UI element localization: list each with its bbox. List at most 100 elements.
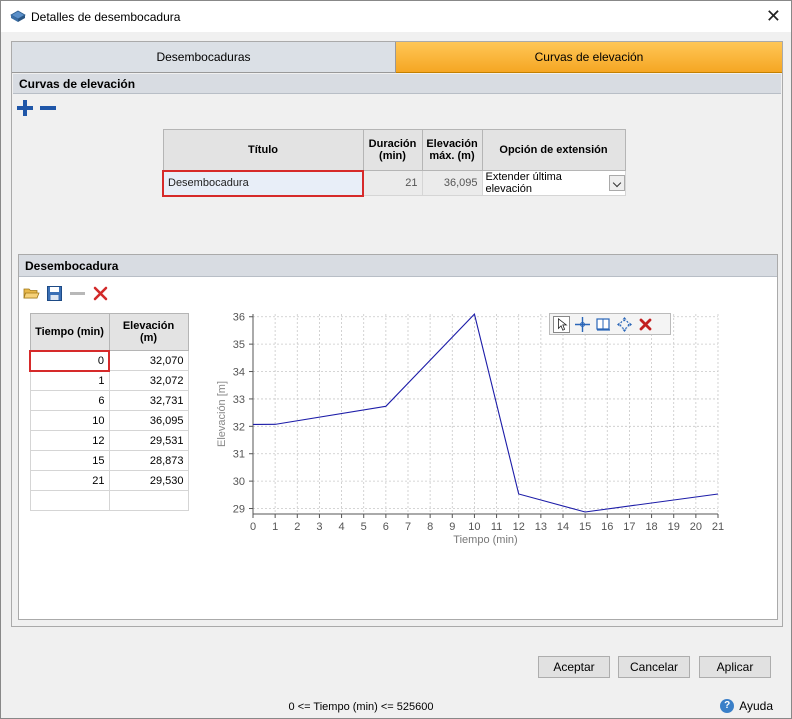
duration-cell: 21 — [362, 170, 423, 196]
fit-view-icon[interactable] — [616, 316, 633, 333]
zoom-book-icon[interactable] — [595, 316, 612, 333]
x-tick-label: 8 — [427, 521, 433, 533]
column-header-extension[interactable]: Opción de extensión — [481, 129, 626, 171]
chart-toolbar — [549, 313, 671, 335]
x-tick-label: 10 — [468, 521, 480, 533]
elevation-cell[interactable]: 29,530 — [108, 470, 189, 491]
detail-panel: Desembocadura Tiempo (min) Elevación (m)… — [18, 254, 778, 620]
cancel-button[interactable]: Cancelar — [618, 656, 690, 678]
save-icon[interactable] — [46, 285, 63, 302]
window-title: Detalles de desembocadura — [31, 10, 181, 24]
elevation-cell[interactable]: 29,531 — [108, 430, 189, 451]
x-tick-label: 9 — [449, 521, 455, 533]
x-tick-label: 7 — [405, 521, 411, 533]
crosshair-icon[interactable] — [574, 316, 591, 333]
x-tick-label: 21 — [712, 521, 724, 533]
open-folder-icon[interactable] — [23, 285, 40, 302]
chevron-down-icon[interactable] — [609, 175, 625, 191]
table-row[interactable]: 1 32,072 — [29, 370, 189, 391]
help-icon: ? — [720, 699, 735, 713]
status-text: 0 <= Tiempo (min) <= 525600 — [288, 701, 434, 713]
time-cell[interactable]: 15 — [29, 450, 110, 471]
x-tick-label: 2 — [294, 521, 300, 533]
title-cell[interactable]: Desembocadura — [162, 169, 364, 197]
time-cell[interactable]: 21 — [29, 470, 110, 491]
table-row[interactable]: 0 32,070 — [29, 349, 189, 372]
curves-table: Título Duración (min) Elevación máx. (m)… — [162, 129, 626, 197]
apply-button[interactable]: Aplicar — [699, 656, 771, 678]
table-row-empty[interactable] — [29, 490, 189, 511]
y-tick-label: 33 — [233, 394, 245, 406]
add-icon[interactable] — [17, 100, 33, 116]
help-link[interactable]: ? Ayuda — [720, 699, 773, 713]
x-tick-label: 18 — [645, 521, 657, 533]
elevation-chart[interactable]: 0 1 2 3 4 5 6 7 8 9 10 11 12 13 14 15 16 17 18 19 20 21293031… — [213, 309, 738, 554]
y-tick-label: 29 — [233, 504, 245, 516]
extension-cell[interactable]: Extender última elevación — [481, 170, 626, 196]
y-tick-label: 36 — [233, 312, 245, 324]
x-tick-label: 0 — [250, 521, 256, 533]
time-cell[interactable]: 0 — [29, 349, 110, 372]
extension-dropdown[interactable]: Extender última elevación — [486, 171, 625, 195]
help-label: Ayuda — [739, 699, 773, 713]
tab-bar: Desembocaduras Curvas de elevación — [12, 42, 782, 73]
time-cell[interactable]: 6 — [29, 390, 110, 411]
tab-curvas-elevacion[interactable]: Curvas de elevación — [396, 42, 782, 73]
column-header-duration[interactable]: Duración (min) — [362, 129, 423, 171]
x-tick-label: 6 — [383, 521, 389, 533]
x-axis-label: Tiempo (min) — [453, 534, 517, 546]
pointer-icon[interactable] — [553, 315, 570, 333]
y-tick-label: 32 — [233, 421, 245, 433]
table-row[interactable]: 6 32,731 — [29, 390, 189, 411]
curves-section-header: Curvas de elevación — [13, 74, 781, 94]
time-cell[interactable] — [29, 490, 110, 511]
column-header-max-elevation[interactable]: Elevación máx. (m) — [421, 129, 483, 171]
y-tick-label: 30 — [233, 476, 245, 488]
accept-button[interactable]: Aceptar — [538, 656, 610, 678]
x-tick-label: 11 — [491, 521, 502, 533]
detail-section-header: Desembocadura — [19, 255, 777, 277]
column-header-title[interactable]: Título — [162, 129, 364, 171]
column-header-time[interactable]: Tiempo (min) — [29, 313, 110, 351]
y-tick-label: 35 — [233, 339, 245, 351]
elevation-cell[interactable] — [108, 490, 189, 511]
x-tick-label: 5 — [361, 521, 367, 533]
table-row[interactable]: 10 36,095 — [29, 410, 189, 431]
table-row[interactable]: Desembocadura 21 36,095 Extender última … — [162, 169, 626, 197]
y-tick-label: 31 — [233, 449, 245, 461]
y-axis-label: Elevación [m] — [216, 381, 228, 447]
x-tick-label: 14 — [557, 521, 569, 533]
extension-value: Extender última elevación — [485, 171, 562, 195]
table-row[interactable]: 21 29,530 — [29, 470, 189, 491]
time-cell[interactable]: 1 — [29, 370, 110, 391]
x-tick-label: 19 — [668, 521, 680, 533]
delete-icon[interactable] — [92, 285, 109, 302]
elevation-cell[interactable]: 32,731 — [108, 390, 189, 411]
max-elevation-cell: 36,095 — [421, 170, 483, 196]
time-cell[interactable]: 12 — [29, 430, 110, 451]
column-header-elevation[interactable]: Elevación (m) — [108, 313, 189, 351]
elevation-cell[interactable]: 36,095 — [108, 410, 189, 431]
tab-desembocaduras[interactable]: Desembocaduras — [12, 42, 396, 73]
x-tick-label: 15 — [579, 521, 591, 533]
x-tick-label: 12 — [513, 521, 525, 533]
app-icon — [10, 10, 26, 22]
x-tick-label: 13 — [535, 521, 547, 533]
close-chart-icon[interactable] — [637, 316, 654, 333]
x-tick-label: 17 — [623, 521, 635, 533]
time-cell[interactable]: 10 — [29, 410, 110, 431]
table-row[interactable]: 12 29,531 — [29, 430, 189, 451]
table-row[interactable]: 15 28,873 — [29, 450, 189, 471]
title-bar: Detalles de desembocadura ✕ — [1, 1, 791, 32]
elevation-cell[interactable]: 32,070 — [108, 350, 189, 371]
dialog-window: Detalles de desembocadura ✕ Desembocadur… — [0, 0, 792, 719]
detail-toolbar — [23, 283, 109, 303]
elevation-cell[interactable]: 32,072 — [108, 370, 189, 391]
close-icon[interactable]: ✕ — [766, 6, 781, 26]
x-tick-label: 4 — [339, 521, 345, 533]
elevation-cell[interactable]: 28,873 — [108, 450, 189, 471]
remove-row-icon[interactable] — [69, 285, 86, 302]
x-tick-label: 3 — [316, 521, 322, 533]
remove-icon[interactable] — [40, 100, 56, 116]
x-tick-label: 16 — [601, 521, 613, 533]
